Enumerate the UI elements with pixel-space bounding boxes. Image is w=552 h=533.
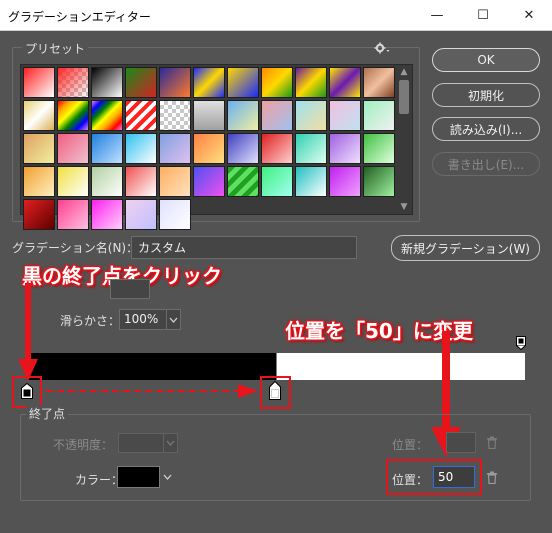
gradient-preset-swatch[interactable] (91, 166, 123, 197)
gradient-preset-swatch[interactable] (329, 67, 361, 98)
trash-icon[interactable] (486, 471, 498, 484)
gradient-name-field[interactable]: カスタム (131, 236, 357, 259)
scroll-down-icon[interactable]: ▼ (397, 202, 411, 212)
gradient-preset-swatch[interactable] (57, 133, 89, 164)
maximize-button[interactable]: ☐ (460, 0, 506, 31)
gradient-preset-swatch[interactable] (227, 67, 259, 98)
trash-icon[interactable] (486, 436, 498, 449)
position-label: 位置： (392, 473, 429, 487)
gradient-preset-swatch[interactable] (159, 100, 191, 131)
gradient-preset-swatch[interactable] (363, 67, 395, 98)
gradient-preset-swatch[interactable] (329, 133, 361, 164)
gradient-preset-swatch[interactable] (295, 166, 327, 197)
gradient-preset-swatch[interactable] (91, 199, 123, 230)
gradient-preset-swatch[interactable] (227, 133, 259, 164)
gradient-preset-swatch[interactable] (329, 166, 361, 197)
swatch-grid (23, 67, 395, 230)
opacity-position-input[interactable] (446, 432, 476, 453)
gradient-preset-swatch[interactable] (57, 199, 89, 230)
gradient-preset-swatch[interactable] (23, 133, 55, 164)
gradient-preset-swatch[interactable] (295, 133, 327, 164)
presets-legend: プリセット (22, 40, 89, 57)
gradient-preset-swatch[interactable] (295, 67, 327, 98)
end-point-legend: 終了点 (26, 405, 69, 422)
gradient-preset-swatch[interactable] (363, 166, 395, 197)
gradient-preset-swatch[interactable] (57, 67, 89, 98)
gradient-type-dropdown[interactable] (110, 279, 150, 299)
gradient-preset-swatch[interactable] (193, 133, 225, 164)
window-titlebar: グラデーションエディター — ☐ ✕ (0, 0, 552, 31)
gradient-preset-swatch[interactable] (363, 133, 395, 164)
gradient-preset-swatch[interactable] (363, 100, 395, 131)
minimize-button[interactable]: — (414, 0, 460, 31)
gradient-preset-swatch[interactable] (23, 100, 55, 131)
color-swatch[interactable] (117, 466, 160, 488)
save-button[interactable]: 書き出し(E)... (432, 152, 540, 176)
gradient-preset-swatch[interactable] (23, 166, 55, 197)
gradient-preset-swatch[interactable] (261, 166, 293, 197)
gradient-preset-swatch[interactable] (125, 199, 157, 230)
gradient-preset-swatch[interactable] (57, 100, 89, 131)
opacity-label: 不透明度： (53, 438, 114, 452)
gradient-preset-swatch[interactable] (261, 100, 293, 131)
scrollbar-thumb[interactable] (399, 80, 409, 114)
gradient-preset-swatch[interactable] (193, 166, 225, 197)
gradient-preset-swatch[interactable] (261, 133, 293, 164)
chevron-down-icon (166, 440, 175, 446)
ok-button[interactable]: OK (432, 48, 540, 72)
gradient-preset-swatch[interactable] (295, 100, 327, 131)
gradient-preset-swatch[interactable] (329, 100, 361, 131)
gradient-preset-swatch[interactable] (125, 166, 157, 197)
close-button[interactable]: ✕ (506, 0, 552, 31)
gradient-preset-swatch[interactable] (159, 133, 191, 164)
chevron-down-icon[interactable] (163, 474, 172, 480)
gradient-preset-swatch[interactable] (159, 199, 191, 230)
opacity-position-label: 位置： (392, 438, 429, 452)
gear-icon[interactable] (374, 42, 390, 54)
color-stop-moved[interactable] (269, 381, 281, 400)
gradient-preset-swatch[interactable] (193, 100, 225, 131)
gradient-editor-dialog: プリセット ▲ ▼ OK 初期化 読み込み(I)... 書き出し(E)... グ… (0, 31, 552, 533)
gradient-preset-swatch[interactable] (193, 67, 225, 98)
scroll-up-icon[interactable]: ▲ (397, 67, 411, 77)
smoothness-input[interactable]: 100% (119, 309, 167, 330)
presets-scrollbar[interactable]: ▲ ▼ (397, 66, 411, 213)
gradient-preset-swatch[interactable] (23, 199, 55, 230)
gradient-preset-swatch[interactable] (57, 166, 89, 197)
new-gradient-button[interactable]: 新規グラデーション(W) (391, 235, 540, 261)
gradient-preset-swatch[interactable] (125, 133, 157, 164)
gradient-preset-swatch[interactable] (91, 67, 123, 98)
annotation-dashed-arrow (46, 384, 258, 398)
gradient-preset-swatch[interactable] (159, 166, 191, 197)
gradient-preset-swatch[interactable] (227, 100, 259, 131)
presets-swatch-panel[interactable]: ▲ ▼ (20, 64, 413, 230)
gradient-preset-swatch[interactable] (91, 133, 123, 164)
chevron-down-icon (169, 317, 178, 323)
color-label: カラー： (75, 473, 124, 487)
gradient-preset-swatch[interactable] (261, 67, 293, 98)
gradient-preset-swatch[interactable] (159, 67, 191, 98)
opacity-stop-right[interactable] (516, 336, 526, 350)
opacity-dropdown[interactable] (163, 433, 178, 453)
gradient-preset-swatch[interactable] (125, 100, 157, 131)
opacity-input[interactable] (118, 433, 164, 453)
gradient-preset-swatch[interactable] (125, 67, 157, 98)
color-stop-black[interactable] (21, 383, 33, 399)
position-input[interactable]: 50 (433, 466, 475, 488)
gradient-preset-swatch[interactable] (23, 67, 55, 98)
window-title: グラデーションエディター (8, 10, 151, 24)
gradient-preset-swatch[interactable] (227, 166, 259, 197)
smoothness-label: 滑らかさ： (60, 314, 121, 328)
reset-button[interactable]: 初期化 (432, 83, 540, 107)
gradient-preset-swatch[interactable] (91, 100, 123, 131)
smoothness-dropdown[interactable] (166, 309, 181, 330)
load-button[interactable]: 読み込み(I)... (432, 117, 540, 141)
gradient-name-label: グラデーション名(N)： (12, 241, 139, 255)
